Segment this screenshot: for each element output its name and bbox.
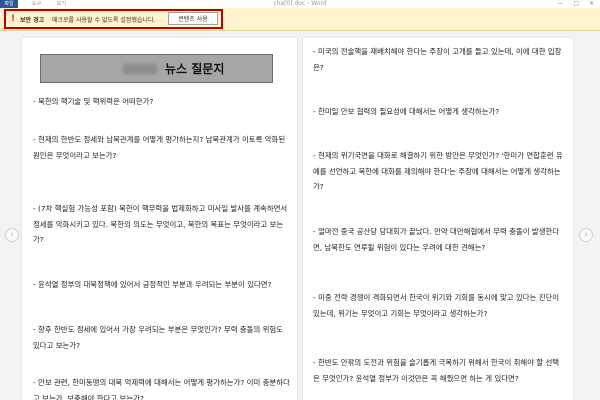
question-item: - 현재의 위기국면을 대화로 해결하기 위한 방안은 무엇인가? '한미가 연… [313,151,563,191]
file-tab[interactable]: 파일 [0,0,18,8]
menu-item-view[interactable]: 보기 [57,1,66,7]
question-item: - 안보 관련, 한미동맹의 대북 억제력에 대해서는 어떻게 평가하는가? 이… [33,378,290,400]
document-heading-box: 뉴스 질문지 [40,54,273,83]
warning-shield-icon: ! [10,14,16,24]
question-item: - 미국의 전술핵을 재배치해야 한다는 주장이 고개를 들고 있는데, 이에 … [313,47,562,72]
question-item: - 현재의 한반도 정세와 남북관계를 어떻게 평가하는지? 남북관계가 이토록… [33,135,286,160]
question-item: - 미중 전략 경쟁이 격화되면서 한국이 위기와 기회를 동시에 맞고 있다는… [313,293,560,318]
previous-page-icon[interactable]: ‹ [5,228,19,242]
document-title: cha[0].doc - Word [273,0,327,7]
question-item: - 한미일 안보 협력의 필요성에 대해서는 어떻게 생각하는가? [313,107,500,116]
document-page-left: 뉴스 질문지 - 북한의 핵기술 및 핵위력은 어떠한가? - 현재의 한반도 … [22,38,297,400]
question-item: - 한반도 안팎의 도전과 위험을 슬기롭게 극복하기 위해서 한국이 취해야 … [313,358,560,383]
minimize-icon[interactable]: — [557,0,563,7]
document-page-right: - 미국의 전술핵을 재배치해야 한다는 주장이 고개를 들고 있는데, 이에 … [303,38,573,400]
question-item: - 향후 한반도 정세에 있어서 가장 우려되는 부분은 무엇인가? 무력 충돌… [33,325,284,350]
menu-bar: 도구 보기 [32,0,80,8]
question-item: - 얼마전 중국 공산당 당대회가 끝났다. 만약 대만해협에서 무력 충돌이 … [313,227,560,252]
question-item: - 북한의 핵기술 및 핵위력은 어떠한가? [33,97,154,106]
security-warning-message: 매크로를 사용할 수 없도록 설정했습니다. [52,17,156,24]
document-heading: 뉴스 질문지 [165,62,225,76]
window-controls: — □ ✕ [549,0,594,8]
security-warning-title: 보안 경고 [20,17,45,24]
question-item: - 윤석열 정부의 대북정책에 있어서 긍정적인 부분과 우려되는 부분이 있다… [33,280,272,289]
menu-item-tools[interactable]: 도구 [32,1,41,7]
close-icon[interactable]: ✕ [589,0,594,7]
redacted-logo [123,64,157,74]
enable-content-button[interactable]: 콘텐츠 사용 [168,12,218,25]
maximize-icon[interactable]: □ [573,0,579,7]
question-item: - (7차 핵실험 가능성 포함) 북한이 핵무력을 법제화하고 미사일 발사를… [33,204,288,244]
next-page-icon[interactable]: › [579,228,593,242]
